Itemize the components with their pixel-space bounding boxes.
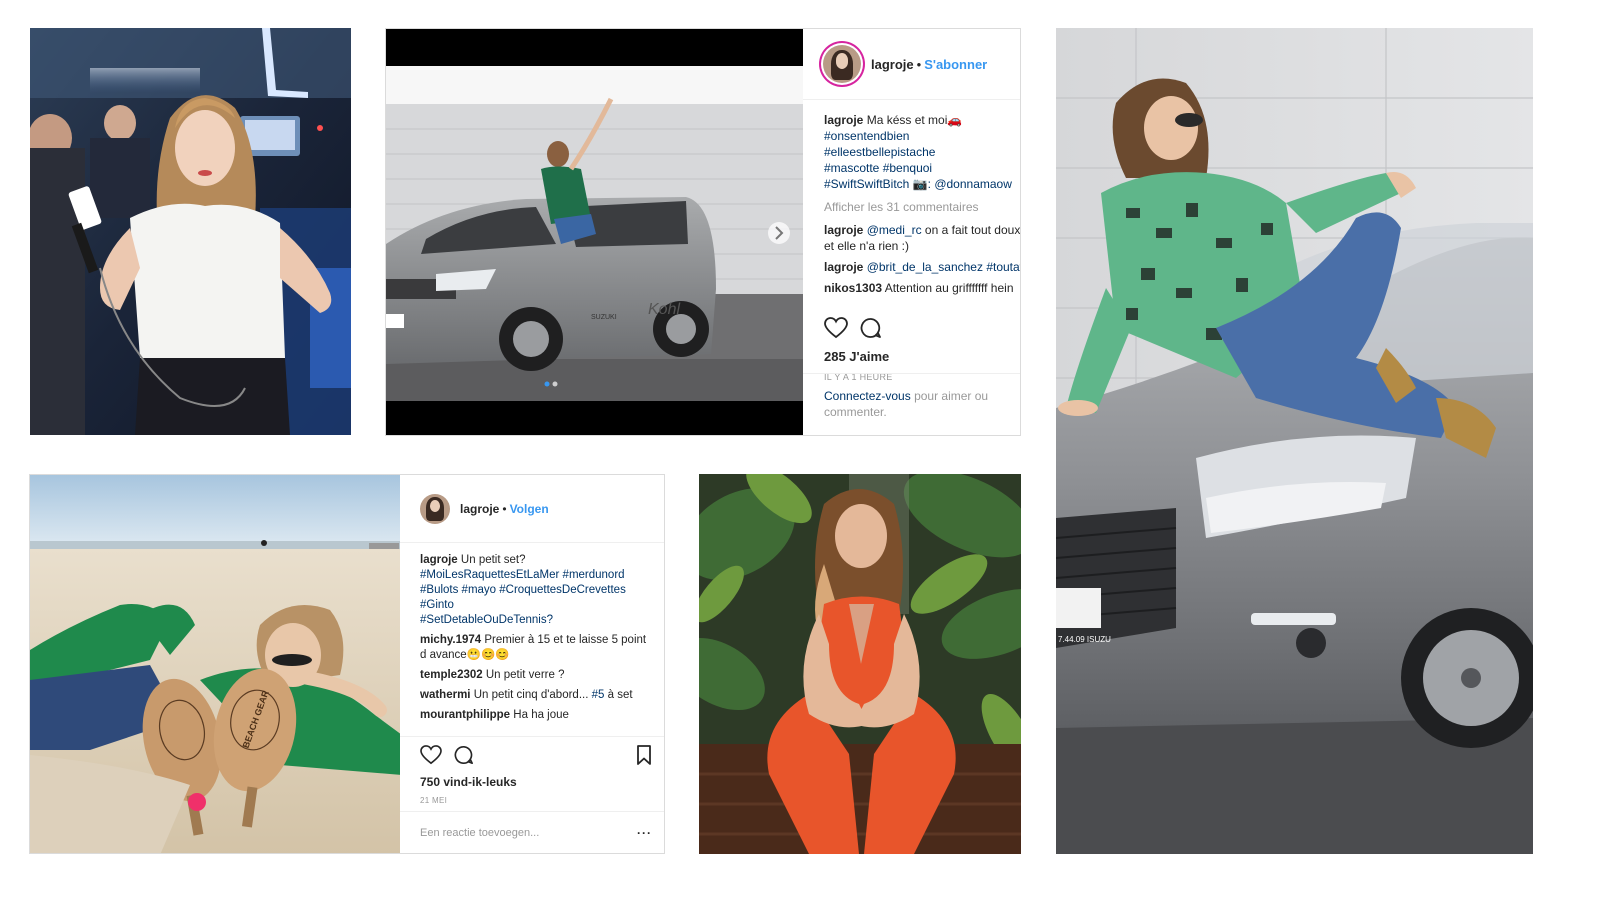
like-count[interactable]: 285 J'aime — [824, 349, 1020, 364]
caption-text: Un petit set? — [460, 554, 526, 566]
caption-username[interactable]: lagroje — [824, 113, 863, 127]
license-plate: 7.44.09 ISUZU — [1058, 635, 1111, 644]
photo-credit[interactable]: 📷: @donnamaow — [913, 177, 1012, 191]
car-hood-image: 7.44.09 ISUZU — [1056, 28, 1533, 854]
post2-header-text: lagroje • Volgen — [460, 501, 549, 516]
post2-sidebar: lagroje • Volgen lagroje Un petit set? #Mo… — [400, 475, 664, 853]
avatar[interactable] — [420, 493, 450, 524]
more-icon[interactable]: ··· — [637, 826, 652, 840]
comment-username[interactable]: michy.1974 — [420, 634, 481, 646]
comment: wathermi Un petit cinq d'abord... #5 à s… — [420, 688, 664, 703]
hashtag[interactable]: #mascotte #benquoi — [824, 160, 1020, 176]
comment-username[interactable]: wathermi — [420, 689, 471, 701]
comment-text: Un petit verre ? — [485, 669, 565, 681]
hashtag[interactable]: #onsentendbien — [824, 128, 1020, 144]
hashtag[interactable]: #SwiftSwiftBitch — [824, 177, 909, 191]
hashtag[interactable]: #Ginto — [420, 598, 664, 613]
photo-orange-jumpsuit — [699, 474, 1021, 854]
post1-header: lagroje • S'abonner — [803, 29, 1020, 100]
comment-text: on a fait tout doux — [924, 223, 1020, 237]
comment-mention[interactable]: @brit_de_la_sanchez — [867, 260, 983, 274]
photo-reporter — [30, 28, 351, 435]
comment-mention[interactable]: @medi_rc — [867, 223, 922, 237]
carousel-next-button[interactable] — [768, 222, 790, 244]
beach-image: BEACH GEAR — [30, 475, 402, 853]
post2-caption: lagroje Un petit set? — [420, 552, 664, 568]
comment-username[interactable]: temple2302 — [420, 669, 483, 681]
comment-text: #toutaf — [986, 260, 1020, 274]
comment-text: Attention au grifffffff hein — [884, 281, 1014, 295]
instagram-post-2: BEACH GEAR lagroje • Volgen lagroje Un pet… — [29, 474, 665, 854]
post2-username[interactable]: lagroje — [460, 502, 499, 516]
heart-icon[interactable] — [420, 744, 442, 770]
post1-username[interactable]: lagroje — [871, 57, 914, 72]
hashtag[interactable]: #Bulots #mayo #CroquettesDeCrevettes — [420, 583, 664, 598]
comment-username[interactable]: lagroje — [824, 223, 863, 237]
post1-actions — [824, 316, 1020, 344]
comment-hashtag[interactable]: #5 — [592, 689, 605, 701]
post2-media[interactable]: BEACH GEAR — [30, 475, 402, 853]
comment-text-after: à set — [607, 689, 633, 701]
like-count[interactable]: 750 vind-ik-leuks — [420, 775, 652, 789]
post-timestamp[interactable]: 21 MEI — [420, 796, 652, 805]
post1-follow-button[interactable]: S'abonner — [924, 57, 987, 72]
hashtag[interactable]: #SetDetableOuDeTennis? — [420, 613, 664, 628]
comment-continuation: et elle n'a rien :) — [824, 239, 910, 253]
post1-comments-area: lagroje Ma késs et moi🚗 #onsentendbien #… — [803, 100, 1020, 316]
car-woman-image: Kohl SUZUKI — [386, 29, 805, 435]
post1-sidebar: lagroje • S'abonner lagroje Ma késs et moi… — [803, 29, 1020, 435]
comment-username[interactable]: nikos1303 — [824, 281, 882, 295]
comment: lagroje @medi_rc on a fait tout doux — [824, 222, 1020, 238]
avatar[interactable] — [823, 45, 861, 83]
carousel-dot — [552, 381, 558, 387]
comment-input[interactable]: Een reactie toevoegen... — [420, 827, 637, 839]
bookmark-icon[interactable] — [636, 744, 652, 770]
car-brand: SUZUKI — [591, 314, 617, 321]
post2-comment-bar: Een reactie toevoegen... ··· — [400, 811, 664, 853]
comment: lagroje @brit_de_la_sanchez #toutaf — [824, 259, 1020, 275]
post1-login-prompt: Connectez-vous pour aimer ou commenter. — [803, 373, 1020, 435]
post1-header-text: lagroje • S'abonner — [871, 56, 988, 72]
instagram-post-1: Kohl SUZUKI lagroje•S'abonner lagroje — [385, 28, 1021, 436]
comment-text: Ha ha joue — [513, 709, 569, 721]
post2-comments-area: lagroje Un petit set? #MoiLesRaquettesEt… — [400, 543, 664, 736]
comment-text: Premier à 15 et te laisse 5 point — [484, 634, 647, 646]
car-emoji: 🚗 — [947, 113, 963, 127]
post2-actions — [420, 743, 652, 771]
post2-follow-button[interactable]: Volgen — [510, 502, 549, 516]
post1-caption: lagroje Ma késs et moi🚗 — [824, 112, 1020, 128]
comment-icon[interactable] — [860, 317, 882, 344]
post1-media[interactable]: Kohl SUZUKI — [386, 29, 805, 435]
comment-username[interactable]: lagroje — [824, 260, 863, 274]
comment-username[interactable]: mourantphilippe — [420, 709, 510, 721]
caption-username[interactable]: lagroje — [420, 554, 458, 566]
comment: michy.1974 Premier à 15 et te laisse 5 p… — [420, 633, 664, 648]
photo-car-hood: 7.44.09 ISUZU — [1056, 28, 1533, 854]
view-all-comments[interactable]: Afficher les 31 commentaires — [824, 199, 1020, 215]
caption-text: Ma késs et moi — [866, 113, 948, 127]
post2-footer: 750 vind-ik-leuks 21 MEI — [400, 736, 664, 805]
heart-icon[interactable] — [824, 316, 848, 344]
comment: temple2302 Un petit verre ? — [420, 668, 664, 683]
hashtag[interactable]: #elleestbellepistache — [824, 144, 1020, 160]
comment: nikos1303 Attention au grifffffff hein — [824, 280, 1020, 296]
post2-header: lagroje • Volgen — [400, 475, 664, 543]
reporter-image — [30, 28, 351, 435]
login-link[interactable]: Connectez-vous — [824, 389, 911, 403]
car-sticker: Kohl — [648, 301, 680, 318]
comment-icon[interactable] — [454, 745, 474, 770]
comment-text: Un petit cinq d'abord... — [473, 689, 589, 701]
hashtag[interactable]: #MoiLesRaquettesEtLaMer #merdunord — [420, 568, 664, 583]
comment: mourantphilippe Ha ha joue — [420, 708, 664, 723]
carousel-dot-active — [544, 381, 550, 387]
comment-continuation: d avance😬😊😊 — [420, 649, 510, 661]
orange-jumpsuit-image — [699, 474, 1021, 854]
